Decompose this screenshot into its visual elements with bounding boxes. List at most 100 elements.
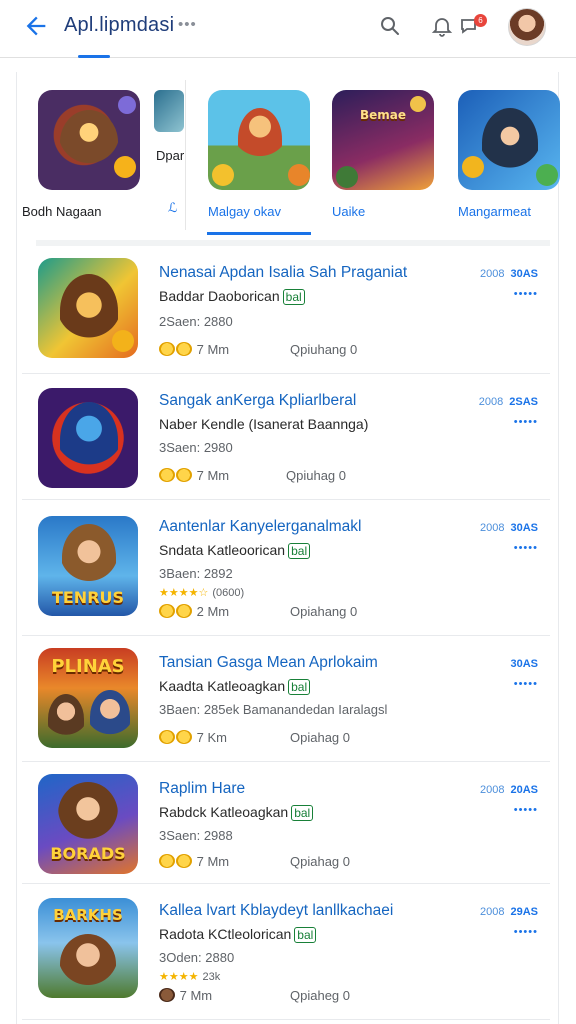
app-title[interactable]: Sangak anKerga Kpliarlberal bbox=[159, 392, 356, 410]
featured-card[interactable]: Bodh Nagaan bbox=[22, 90, 140, 219]
app-tag: bal bbox=[291, 805, 314, 821]
medal-icon bbox=[176, 854, 192, 868]
app-title[interactable]: Tansian Gasga Mean Aprlokaim bbox=[159, 654, 378, 672]
app-rating: 2 Mm bbox=[159, 604, 229, 619]
rating-value: 7 Mm bbox=[196, 468, 230, 483]
developer-name: Baddar Daoborican bbox=[159, 288, 280, 304]
featured-label: Bodh Nagaan bbox=[22, 204, 102, 219]
star-rating: ★★★★☆ (0600) bbox=[159, 586, 244, 599]
app-tag: bal bbox=[288, 679, 311, 695]
stars-note: (0600) bbox=[212, 587, 245, 599]
list-item[interactable]: Sangak anKerga Kpliarlberal Naber Kendle… bbox=[22, 374, 550, 500]
app-side-info: 30AS bbox=[510, 658, 538, 670]
side-pre: 2008 bbox=[479, 522, 505, 534]
medal-icon bbox=[159, 604, 175, 618]
right-edge bbox=[558, 72, 559, 1024]
left-edge bbox=[16, 72, 17, 1024]
app-art-text: BARKHS bbox=[53, 906, 123, 924]
side-dots: ••••• bbox=[513, 542, 538, 554]
side-pre: 2008 bbox=[479, 784, 505, 796]
app-side-info: 2008 30AS bbox=[480, 522, 538, 534]
app-meta: 3Oden: 2880 bbox=[159, 950, 235, 965]
side-value: 30AS bbox=[510, 522, 538, 534]
medal-icon bbox=[176, 604, 192, 618]
list-item[interactable]: BARKHS Kallea lvart Kblaydeyt lanllkacha… bbox=[22, 884, 550, 1020]
app-developer: Naber Kendle (Isanerat Baannga) bbox=[159, 416, 368, 432]
stars-note: 23k bbox=[202, 971, 221, 983]
arrow-left-icon[interactable] bbox=[22, 12, 54, 44]
list-item[interactable]: Nenasai Apdan Isalia Sah Praganiat Badda… bbox=[22, 244, 550, 374]
app-rating: 7 Km bbox=[159, 730, 227, 745]
app-rating: 7 Mm bbox=[159, 988, 212, 1003]
app-title[interactable]: Raplim Hare bbox=[159, 780, 245, 798]
medal-icon bbox=[176, 342, 192, 356]
side-dots: ••••• bbox=[513, 804, 538, 816]
rating-value: 7 Mm bbox=[196, 854, 230, 869]
app-tag: bal bbox=[294, 927, 317, 943]
app-status: Opiahang 0 bbox=[290, 604, 358, 619]
bell-icon[interactable] bbox=[430, 14, 454, 38]
app-icon bbox=[38, 388, 138, 488]
featured-card-selected[interactable]: Malgay okav bbox=[208, 90, 310, 219]
app-side-info: 2008 29AS bbox=[480, 906, 538, 918]
medal-icon bbox=[159, 730, 175, 744]
app-art-text: TENRUS bbox=[51, 588, 125, 607]
app-meta: 3Saen: 2988 bbox=[159, 828, 233, 843]
medal-icon bbox=[176, 468, 192, 482]
app-icon bbox=[38, 258, 138, 358]
featured-label: Dpar bbox=[156, 148, 185, 163]
list-item[interactable]: PLINAS Tansian Gasga Mean Aprlokaim Kaad… bbox=[22, 636, 550, 762]
featured-card[interactable]: Dpar ℒ bbox=[154, 90, 184, 215]
app-status: Opiahag 0 bbox=[290, 730, 350, 745]
side-value: 30AS bbox=[510, 658, 538, 670]
app-side-info: 2008 30AS bbox=[480, 268, 538, 280]
developer-name: Naber Kendle (Isanerat Baannga) bbox=[159, 416, 369, 432]
medal-icon bbox=[176, 730, 192, 744]
developer-name: Kaadta Katleoagkan bbox=[159, 678, 286, 694]
featured-label: Malgay okav bbox=[208, 204, 281, 219]
app-meta: 3Saen: 2980 bbox=[159, 440, 233, 455]
top-app-bar: Apl.lipmdasi ••• 6 bbox=[0, 0, 576, 58]
featured-image bbox=[458, 90, 560, 190]
featured-image bbox=[38, 90, 140, 190]
list-item[interactable]: BORADS Raplim Hare Rabdck Katleoagkan bal… bbox=[22, 762, 550, 884]
stars: ★★★★ bbox=[159, 971, 199, 983]
side-dots: ••••• bbox=[513, 678, 538, 690]
side-dots: ••••• bbox=[513, 288, 538, 300]
side-dots: ••••• bbox=[513, 926, 538, 938]
featured-card[interactable]: Mangarmeat bbox=[458, 90, 560, 219]
more-dots[interactable]: ••• bbox=[178, 16, 197, 33]
app-tag: bal bbox=[288, 543, 311, 559]
side-dots: ••••• bbox=[513, 416, 538, 428]
notification-badge: 6 bbox=[474, 14, 487, 27]
featured-card[interactable]: Bemae Uaike bbox=[332, 90, 434, 219]
search-icon[interactable] bbox=[378, 14, 402, 38]
app-developer: Rabdck Katleoagkan bal bbox=[159, 804, 314, 821]
app-rating: 7 Mm bbox=[159, 468, 229, 483]
app-title[interactable]: Aantenlar Kanyelerganalmakl bbox=[159, 518, 361, 536]
app-tag: bal bbox=[282, 289, 305, 305]
tab-indicator bbox=[78, 55, 110, 58]
app-title[interactable]: Kallea lvart Kblaydeyt lanllkachaei bbox=[159, 902, 393, 920]
app-status: Qpiaheg 0 bbox=[290, 988, 350, 1003]
app-icon: TENRUS bbox=[38, 516, 138, 616]
medal-icon bbox=[159, 854, 175, 868]
featured-label: Uaike bbox=[332, 204, 366, 219]
avatar[interactable] bbox=[508, 8, 546, 46]
app-developer: Baddar Daoborican bal bbox=[159, 288, 305, 305]
developer-name: Rabdck Katleoagkan bbox=[159, 804, 289, 820]
app-title[interactable]: Nenasai Apdan Isalia Sah Praganiat bbox=[159, 264, 407, 282]
app-status: Qpiuhang 0 bbox=[290, 342, 358, 357]
star-rating: ★★★★ 23k bbox=[159, 970, 220, 983]
featured-more-icon[interactable]: ℒ bbox=[168, 200, 177, 216]
medal-icon bbox=[159, 342, 175, 356]
app-meta: 3Baen: 2892 bbox=[159, 566, 233, 581]
side-value: 20AS bbox=[510, 784, 538, 796]
medal-icon bbox=[159, 468, 175, 482]
featured-image bbox=[154, 90, 184, 132]
featured-carousel[interactable]: Bodh Nagaan Dpar ℒ Malgay okav Bemae Uai… bbox=[22, 72, 560, 246]
app-side-info: 2008 20AS bbox=[480, 784, 538, 796]
list-item[interactable]: TENRUS Aantenlar Kanyelerganalmakl Sndat… bbox=[22, 500, 550, 636]
featured-image: Bemae bbox=[332, 90, 434, 190]
app-developer: Sndata Katleoorican bal bbox=[159, 542, 311, 559]
